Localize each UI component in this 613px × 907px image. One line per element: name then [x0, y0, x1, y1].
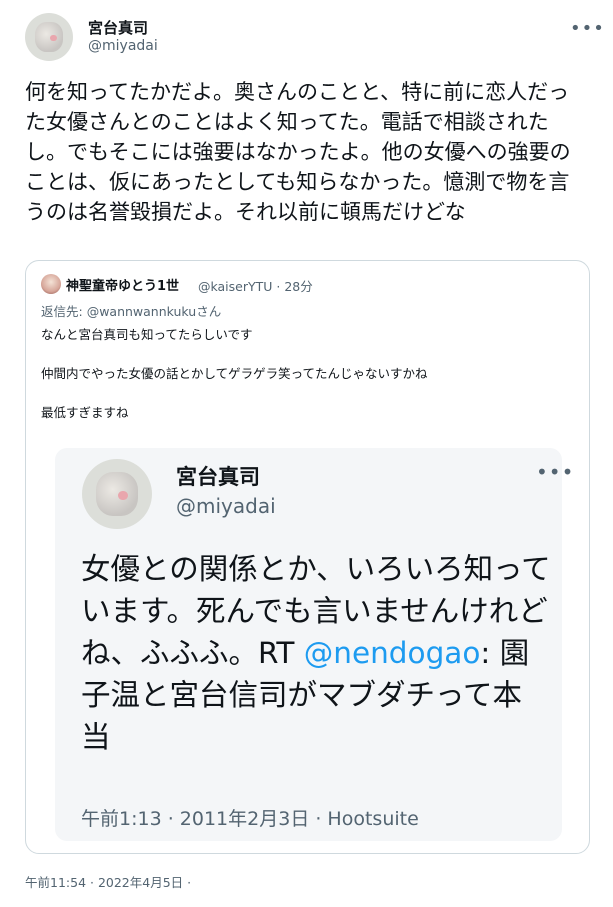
quoted-tweet-card[interactable]: 神聖童帝ゆとう1世 @kaiserYTU · 28分 返信先: @wannwan… [25, 260, 590, 854]
quote-text-line: 仲間内でやった女優の話とかしてゲラゲラ笑ってたんじゃないすかね [41, 366, 428, 381]
quote-text-line: 最低すぎますね [41, 405, 129, 420]
embedded-more-icon: ••• [536, 460, 575, 484]
tweet-timestamp[interactable]: 午前11:54 · 2022年4月5日 · [25, 872, 191, 891]
quote-avatar [41, 274, 61, 294]
reply-to-line: 返信先: @wannwannkukuさん [41, 301, 221, 320]
reply-prefix: 返信先: [41, 304, 87, 319]
quote-author-handle: @kaiserYTU · 28分 [198, 279, 313, 294]
quote-author-name: 神聖童帝ゆとう1世 [66, 279, 180, 294]
avatar[interactable] [25, 13, 73, 61]
embedded-author-name: 宮台真司 [176, 465, 260, 489]
more-icon[interactable]: ••• [570, 18, 605, 39]
embedded-author-handle: @miyadai [176, 494, 276, 518]
embedded-meta: 午前1:13 · 2011年2月3日 · Hootsuite [81, 808, 419, 830]
author-name[interactable]: 宮台真司 [88, 17, 148, 38]
tweet-text: 何を知ってたかだよ。奥さんのことと、特に前に恋人だった女優さんとのことはよく知っ… [25, 80, 571, 224]
embedded-tweet-image: 宮台真司 @miyadai ••• 女優との関係とか、いろいろ知っています。死ん… [55, 448, 573, 841]
author-handle[interactable]: @miyadai [88, 38, 158, 54]
reply-to-link[interactable]: @wannwannkukuさん [87, 304, 222, 319]
quote-text-line: なんと宮台真司も知ってたらしいです [41, 327, 253, 342]
embedded-mention: @nendogao [303, 636, 481, 670]
embedded-avatar [82, 459, 152, 529]
embedded-tweet-text: 女優との関係とか、いろいろ知っています。死んでも言いませんけれどね、ふふふ。RT… [81, 548, 551, 758]
